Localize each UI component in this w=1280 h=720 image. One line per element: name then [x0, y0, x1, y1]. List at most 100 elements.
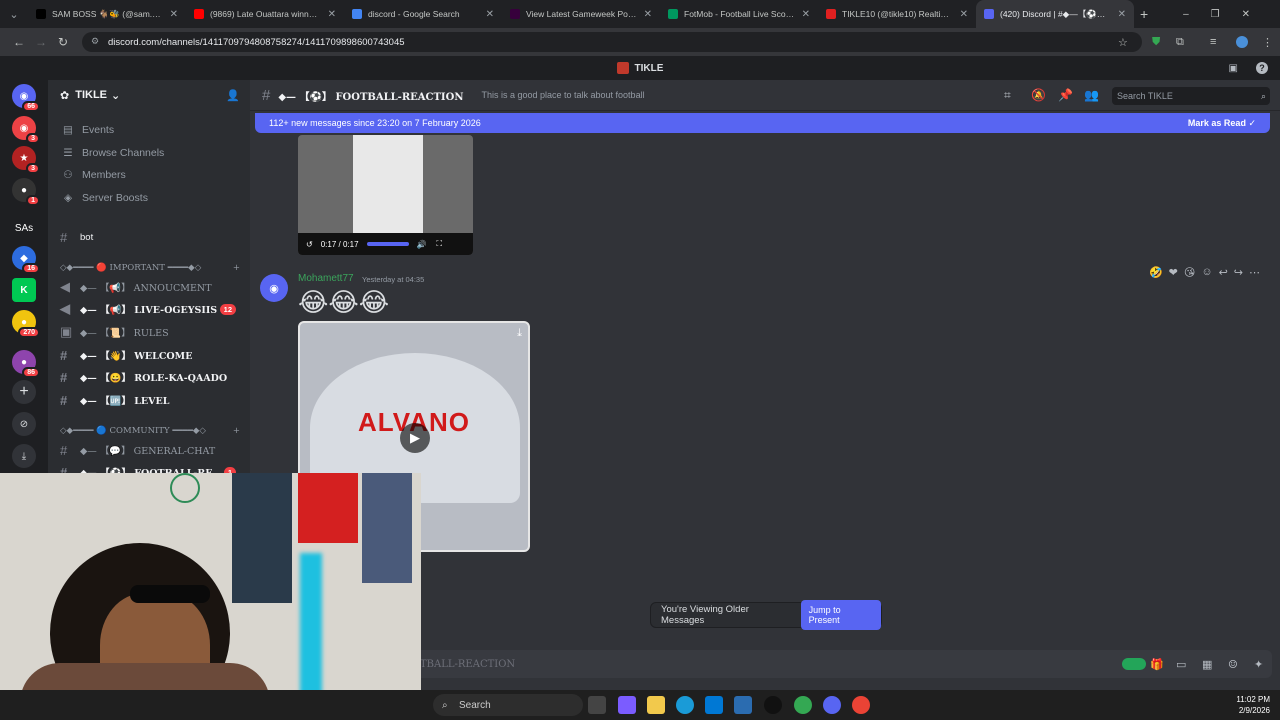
mark-as-read-button[interactable]: Mark as Read ✓	[1188, 118, 1256, 129]
avatar[interactable]: ◉	[260, 274, 288, 302]
add-channel-icon[interactable]: +	[233, 263, 240, 273]
close-tab-icon[interactable]: ✕	[644, 9, 652, 20]
new-tab-button[interactable]: +	[1140, 6, 1148, 22]
close-tab-icon[interactable]: ✕	[802, 9, 810, 20]
server-icon-2[interactable]: ★ 3	[12, 146, 40, 174]
play-icon[interactable]: ▶	[400, 423, 430, 453]
close-tab-icon[interactable]: ✕	[960, 9, 968, 20]
obs-icon[interactable]	[764, 696, 782, 714]
inbox-icon[interactable]: ▣	[1229, 63, 1238, 74]
outlook-icon[interactable]	[734, 696, 752, 714]
channel-welcome[interactable]: # ◆— 【👋】 WELCOME	[48, 345, 244, 365]
gif-icon[interactable]: ▭	[1176, 658, 1186, 671]
direct-messages-icon[interactable]: ◉ 66	[12, 84, 40, 112]
server-header[interactable]: ✿ TIKLE ⌄ 👤	[48, 80, 250, 110]
copilot-icon[interactable]	[618, 696, 636, 714]
chrome-icon[interactable]	[794, 696, 812, 714]
reaction-laugh-icon[interactable]: 🤣	[1149, 266, 1163, 279]
server-icon-sas[interactable]: SAs	[12, 216, 36, 240]
more-icon[interactable]: ⋯	[1249, 266, 1260, 279]
chrome-profile-icon[interactable]	[852, 696, 870, 714]
taskbar-search[interactable]: ⌕ Search	[433, 694, 583, 716]
jump-to-present-button[interactable]: Jump to Present	[800, 600, 881, 630]
close-tab-icon[interactable]: ✕	[1118, 9, 1126, 20]
member-list-icon[interactable]: 👥	[1084, 88, 1099, 102]
channel-topic[interactable]: This is a good place to talk about footb…	[481, 90, 644, 100]
channel-general-chat[interactable]: # ◆— 【💬】 GENERAL-CHAT	[48, 440, 244, 460]
file-explorer-icon[interactable]	[647, 696, 665, 714]
apps-icon[interactable]: ✦	[1254, 658, 1263, 671]
add-channel-icon[interactable]: +	[233, 426, 240, 436]
server-icon-7[interactable]: ● 270	[12, 310, 40, 338]
tab-search-icon[interactable]: ⌄	[0, 8, 28, 21]
volume-icon[interactable]: 🔊	[417, 240, 427, 249]
video-attachment[interactable]: ↺ 0:17 / 0:17 🔊 ⛶	[298, 135, 473, 255]
server-icon-3[interactable]: ● 1	[12, 178, 40, 206]
server-icon-8[interactable]: ● 86	[12, 350, 40, 378]
discover-icon[interactable]: ⊘	[12, 412, 36, 436]
sidebar-item-server-boosts[interactable]: ◈ Server Boosts	[60, 192, 148, 204]
category-community[interactable]: ◇◆━━━━ 🔵 COMMUNITY ━━━━◆◇ +	[60, 426, 240, 436]
reload-icon[interactable]: ↻	[52, 35, 74, 49]
help-icon[interactable]: ?	[1256, 62, 1268, 74]
channel-level[interactable]: # ◆— 【🆙】 LEVEL	[48, 390, 244, 410]
channel-rules[interactable]: ▣ ◆— 【📜】 RULES	[48, 322, 244, 342]
profile-avatar[interactable]	[1236, 36, 1248, 48]
discord-app-icon[interactable]	[823, 696, 841, 714]
sticker-icon[interactable]: ▦	[1202, 658, 1212, 671]
browser-tab[interactable]: TIKLE10 (@tikle10) Realtime Ki... ✕	[818, 0, 976, 28]
fullscreen-icon[interactable]: ⛶	[436, 239, 442, 249]
emoji-icon[interactable]: ☺	[1228, 658, 1238, 671]
extensions-icon[interactable]: ⧉	[1176, 36, 1184, 49]
sidebar-item-browse-channels[interactable]: ☰ Browse Channels	[60, 147, 164, 159]
app-icon[interactable]	[1122, 658, 1146, 670]
forward-icon[interactable]: ↪	[1234, 266, 1243, 279]
download-icon[interactable]: ⤓	[517, 327, 522, 340]
server-icon-5[interactable]: ◆ 16	[12, 246, 40, 274]
sidebar-item-events[interactable]: ▤ Events	[60, 124, 114, 136]
download-icon[interactable]: ⤓	[12, 444, 36, 468]
sidebar-item-members[interactable]: ⚇ Members	[60, 169, 125, 181]
server-icon-kick[interactable]: K	[12, 278, 36, 302]
search-input[interactable]: Search TIKLE ⌕	[1112, 87, 1270, 105]
task-view-icon[interactable]	[588, 696, 606, 714]
media-icon[interactable]: ≡	[1210, 36, 1216, 48]
add-server-icon[interactable]: +	[12, 380, 36, 404]
edge-icon[interactable]	[676, 696, 694, 714]
server-icon-1[interactable]: ◉ 3	[12, 116, 40, 144]
window-controls[interactable]: –❐✕	[1183, 9, 1272, 20]
channel-announcement[interactable]: ◀ ◆— 【📢】 ANNOUCMENT	[48, 277, 244, 297]
channel-bot[interactable]: # bot	[48, 227, 244, 247]
close-tab-icon[interactable]: ✕	[170, 9, 178, 20]
reply-icon[interactable]: ↩	[1219, 266, 1228, 279]
store-icon[interactable]	[705, 696, 723, 714]
browser-tab[interactable]: discord - Google Search ✕	[344, 0, 502, 28]
invite-icon[interactable]: 👤	[226, 89, 240, 102]
bookmark-star-icon[interactable]: ☆	[1118, 36, 1128, 49]
extension-shield-icon[interactable]: ⛊	[1152, 36, 1160, 49]
browser-tab[interactable]: (420) Discord | #◆—【⚽】FOOT... ✕	[976, 0, 1134, 28]
close-tab-icon[interactable]: ✕	[328, 9, 336, 20]
channel-role-ka-qaado[interactable]: # ◆— 【😀】 ROLE-KA-QAADO	[48, 367, 244, 387]
threads-icon[interactable]: ⌗	[1004, 88, 1011, 103]
site-info-icon[interactable]: ⚙	[91, 36, 99, 47]
channel-live-ogeysiis[interactable]: ◀ ◆— 【📢】 LIVE-OGEYSIIS 12	[48, 299, 244, 319]
back-icon[interactable]: ←	[8, 35, 30, 49]
browser-tab[interactable]: SAM BOSS 🐐🐝 (@sam.boss... ✕	[28, 0, 186, 28]
add-reaction-icon[interactable]: ☺	[1201, 266, 1212, 279]
video-progress[interactable]	[366, 242, 409, 246]
url-field[interactable]: ⚙ discord.com/channels/141170979480875827…	[82, 32, 1142, 52]
reaction-kiss-icon[interactable]: 😘	[1184, 266, 1195, 279]
browser-tab[interactable]: FotMob - Football Live Scores ✕	[660, 0, 818, 28]
new-messages-bar[interactable]: 112+ new messages since 23:20 on 7 Febru…	[255, 113, 1270, 133]
close-tab-icon[interactable]: ✕	[486, 9, 494, 20]
replay-icon[interactable]: ↺	[306, 240, 313, 249]
browser-tab[interactable]: (9869) Late Ouattara winner fo... ✕	[186, 0, 344, 28]
gift-icon[interactable]: 🎁	[1150, 658, 1164, 671]
category-important[interactable]: ◇◆━━━━ 🔴 IMPORTANT ━━━━◆◇ +	[60, 263, 240, 273]
mute-icon[interactable]: 🔕	[1031, 88, 1046, 102]
menu-icon[interactable]: ⋮	[1262, 36, 1273, 49]
pin-icon[interactable]: 📌	[1058, 88, 1073, 102]
reaction-heart-icon[interactable]: ❤	[1169, 266, 1178, 279]
message-author[interactable]: Mohamett77	[298, 273, 354, 284]
